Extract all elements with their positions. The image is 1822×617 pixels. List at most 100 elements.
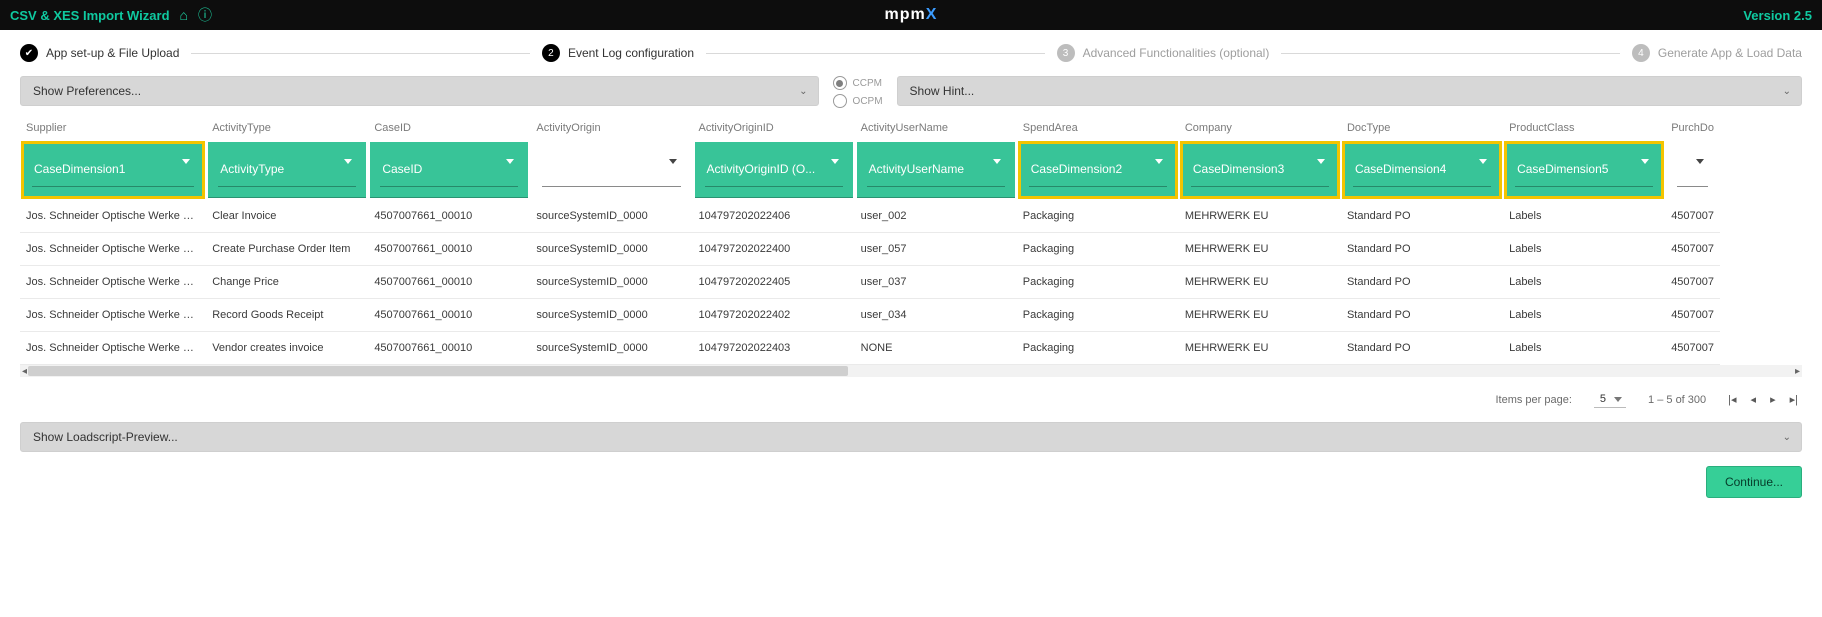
step-connector (1281, 53, 1620, 54)
table-row[interactable]: Jos. Schneider Optische Werke GmbHVendor… (20, 332, 1720, 365)
table-cell: 104797202022400 (693, 233, 855, 266)
column-mapping-select[interactable]: CaseDimension2 (1019, 142, 1177, 198)
table-cell: Packaging (1017, 266, 1179, 299)
table-row[interactable]: Jos. Schneider Optische Werke GmbHCreate… (20, 233, 1720, 266)
table-row[interactable]: Jos. Schneider Optische Werke GmbHRecord… (20, 299, 1720, 332)
wizard-stepper: ✔App set-up & File Upload 2Event Log conf… (0, 30, 1822, 72)
column-mapping-select[interactable]: CaseDimension3 (1181, 142, 1339, 198)
table-cell: sourceSystemID_0000 (530, 299, 692, 332)
table-cell: Standard PO (1341, 299, 1503, 332)
column-mapping-table: SupplierActivityType CaseID ActivityOrigin… (20, 118, 1802, 365)
wizard-step-3[interactable]: 3Advanced Functionalities (optional) (1057, 44, 1270, 62)
column-mapping-select[interactable]: ActivityType (208, 142, 366, 198)
column-mapping-select[interactable]: CaseDimension1 (22, 142, 204, 198)
table-row[interactable]: Jos. Schneider Optische Werke GmbHChange… (20, 266, 1720, 299)
table-cell: MEHRWERK EU (1179, 200, 1341, 233)
table-cell: 104797202022402 (693, 299, 855, 332)
mapping-value: CaseDimension2 (1031, 162, 1122, 176)
table-cell: 4507007661_00010 (368, 200, 530, 233)
info-icon[interactable]: ⓘ (198, 5, 212, 25)
dropdown-caret-icon (1641, 159, 1649, 164)
dropdown-caret-icon (182, 159, 190, 164)
table-cell: Change Price (206, 266, 368, 299)
radio-icon (833, 94, 847, 108)
scroll-left-icon[interactable]: ◂ (22, 366, 27, 377)
dropdown-caret-icon (1317, 159, 1325, 164)
table-cell: Jos. Schneider Optische Werke GmbH (20, 233, 206, 266)
table-cell: 4507007 (1665, 200, 1720, 233)
table-cell: sourceSystemID_0000 (530, 266, 692, 299)
step-label: Generate App & Load Data (1658, 46, 1802, 60)
wizard-step-4[interactable]: 4Generate App & Load Data (1632, 44, 1802, 62)
table-row[interactable]: Jos. Schneider Optische Werke GmbHClear … (20, 200, 1720, 233)
last-page-icon[interactable]: ▸| (1790, 393, 1798, 406)
column-header: Company (1179, 118, 1341, 140)
step-circle-icon: ✔ (20, 44, 38, 62)
table-cell: Packaging (1017, 332, 1179, 365)
table-cell: Record Goods Receipt (206, 299, 368, 332)
column-header: ActivityOriginID (693, 118, 855, 140)
home-icon[interactable]: ⌂ (180, 7, 188, 23)
table-cell: 4507007 (1665, 266, 1720, 299)
show-loadscript-dropdown[interactable]: Show Loadscript-Preview... ⌄ (20, 422, 1802, 452)
table-cell: NONE (855, 332, 1017, 365)
column-mapping-select[interactable] (532, 142, 690, 198)
app-logo: mpmX (885, 6, 938, 24)
table-cell: Jos. Schneider Optische Werke GmbH (20, 332, 206, 365)
ccpm-ocpm-radio-group: CCPM OCPM (833, 76, 883, 108)
prev-page-icon[interactable]: ◂ (1751, 393, 1757, 406)
next-page-icon[interactable]: ▸ (1770, 393, 1776, 406)
table-cell: sourceSystemID_0000 (530, 200, 692, 233)
table-cell: 4507007 (1665, 299, 1720, 332)
step-label: Event Log configuration (568, 46, 694, 60)
app-topbar: CSV & XES Import Wizard ⌂ ⓘ mpmX Version… (0, 0, 1822, 30)
wizard-step-2[interactable]: 2Event Log configuration (542, 44, 694, 62)
chevron-down-icon: ⌄ (1783, 432, 1791, 443)
column-mapping-select[interactable]: CaseID (370, 142, 528, 198)
table-cell: 4507007661_00010 (368, 266, 530, 299)
table-cell: 104797202022403 (693, 332, 855, 365)
page-range-label: 1 – 5 of 300 (1648, 394, 1706, 406)
wizard-step-1[interactable]: ✔App set-up & File Upload (20, 44, 179, 62)
show-preferences-dropdown[interactable]: Show Preferences... ⌄ (20, 76, 819, 106)
table-cell: user_037 (855, 266, 1017, 299)
radio-ccpm[interactable]: CCPM (833, 76, 883, 90)
table-cell: Labels (1503, 200, 1665, 233)
items-per-page-label: Items per page: (1495, 394, 1571, 406)
mapping-value: CaseDimension3 (1193, 162, 1284, 176)
continue-button[interactable]: Continue... (1706, 466, 1802, 498)
mapping-value: CaseDimension4 (1355, 162, 1446, 176)
dropdown-caret-icon (1479, 159, 1487, 164)
column-header: Supplier (20, 118, 206, 140)
table-cell: 104797202022406 (693, 200, 855, 233)
scroll-right-icon[interactable]: ▸ (1795, 366, 1800, 377)
step-circle-icon: 3 (1057, 44, 1075, 62)
column-header: ActivityOrigin (530, 118, 692, 140)
chevron-down-icon: ⌄ (1783, 86, 1791, 97)
table-cell: user_002 (855, 200, 1017, 233)
column-mapping-select[interactable]: CaseDimension4 (1343, 142, 1501, 198)
column-mapping-select[interactable]: ActivityUserName (857, 142, 1015, 198)
column-mapping-select[interactable]: ActivityOriginID (O... (695, 142, 853, 198)
table-cell: Vendor creates invoice (206, 332, 368, 365)
column-mapping-select[interactable]: CaseDimension5 (1505, 142, 1663, 198)
table-cell: 4507007661_00010 (368, 299, 530, 332)
dropdown-caret-icon (993, 159, 1001, 164)
mapping-value: CaseID (382, 162, 422, 176)
first-page-icon[interactable]: |◂ (1728, 393, 1736, 406)
dropdown-caret-icon (1155, 159, 1163, 164)
table-cell: Jos. Schneider Optische Werke GmbH (20, 266, 206, 299)
table-cell: Clear Invoice (206, 200, 368, 233)
radio-ocpm[interactable]: OCPM (833, 94, 883, 108)
table-cell: Standard PO (1341, 200, 1503, 233)
page-size-select[interactable]: 5 (1594, 391, 1626, 408)
table-cell: sourceSystemID_0000 (530, 332, 692, 365)
table-cell: Standard PO (1341, 332, 1503, 365)
chevron-down-icon: ⌄ (799, 86, 807, 97)
table-pagination: Items per page: 5 1 – 5 of 300 |◂ ◂ ▸ ▸| (0, 377, 1822, 422)
table-cell: Standard PO (1341, 233, 1503, 266)
show-hint-dropdown[interactable]: Show Hint... ⌄ (897, 76, 1802, 106)
column-mapping-select[interactable] (1667, 142, 1718, 198)
scroll-thumb[interactable] (28, 366, 848, 376)
horizontal-scrollbar[interactable]: ◂ ▸ (20, 365, 1802, 377)
